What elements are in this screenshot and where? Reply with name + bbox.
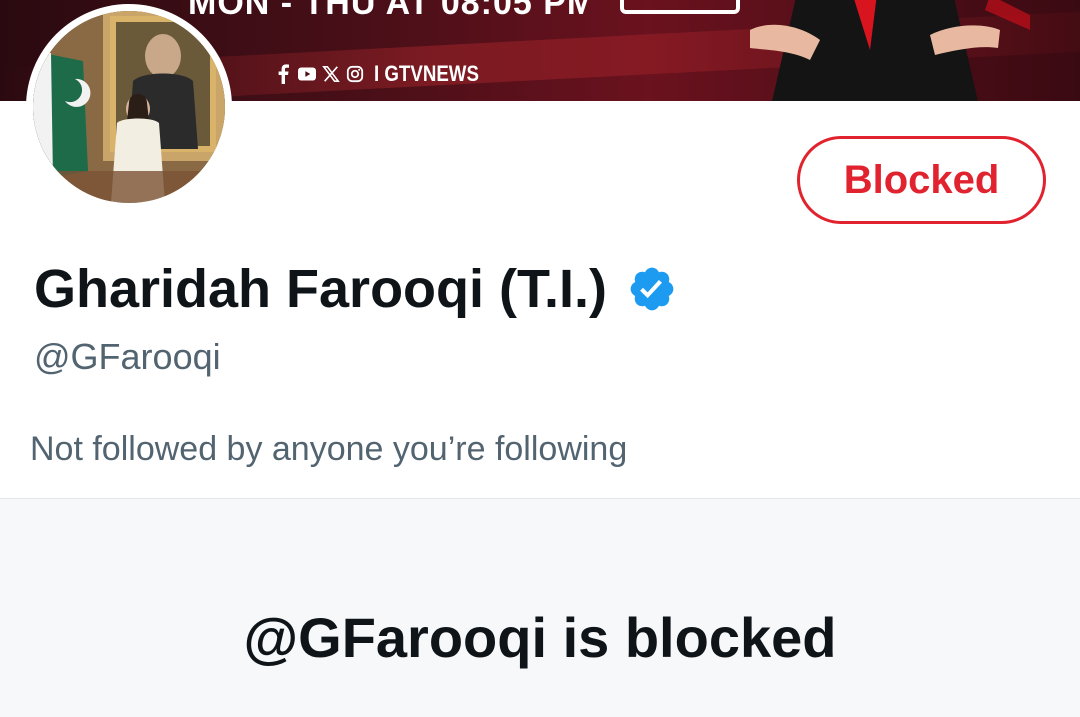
banner-social-handle: I GTVNEWS bbox=[374, 61, 479, 86]
avatar-photo bbox=[33, 11, 225, 203]
banner-presenter-image bbox=[750, 0, 1030, 101]
profile-name-row: Gharidah Farooqi (T.I.) bbox=[34, 254, 677, 324]
profile-handle: @GFarooqi bbox=[34, 336, 221, 377]
followers-you-know-note: Not followed by anyone you’re following bbox=[30, 430, 628, 468]
blocked-button[interactable]: Blocked bbox=[797, 136, 1046, 224]
facebook-icon bbox=[274, 64, 292, 84]
x-icon bbox=[322, 65, 340, 83]
instagram-icon bbox=[346, 65, 364, 83]
profile-avatar[interactable] bbox=[26, 4, 232, 210]
banner-tv-graphic bbox=[620, 0, 740, 14]
banner-headline: MON - THU AT 08:05 PM bbox=[188, 0, 588, 20]
blocked-notice-title: @GFarooqi is blocked bbox=[243, 606, 837, 669]
banner-social-row: I GTVNEWS bbox=[274, 60, 497, 88]
youtube-icon bbox=[298, 65, 316, 83]
display-name: Gharidah Farooqi (T.I.) bbox=[34, 259, 608, 319]
verified-badge-icon[interactable] bbox=[627, 264, 677, 314]
